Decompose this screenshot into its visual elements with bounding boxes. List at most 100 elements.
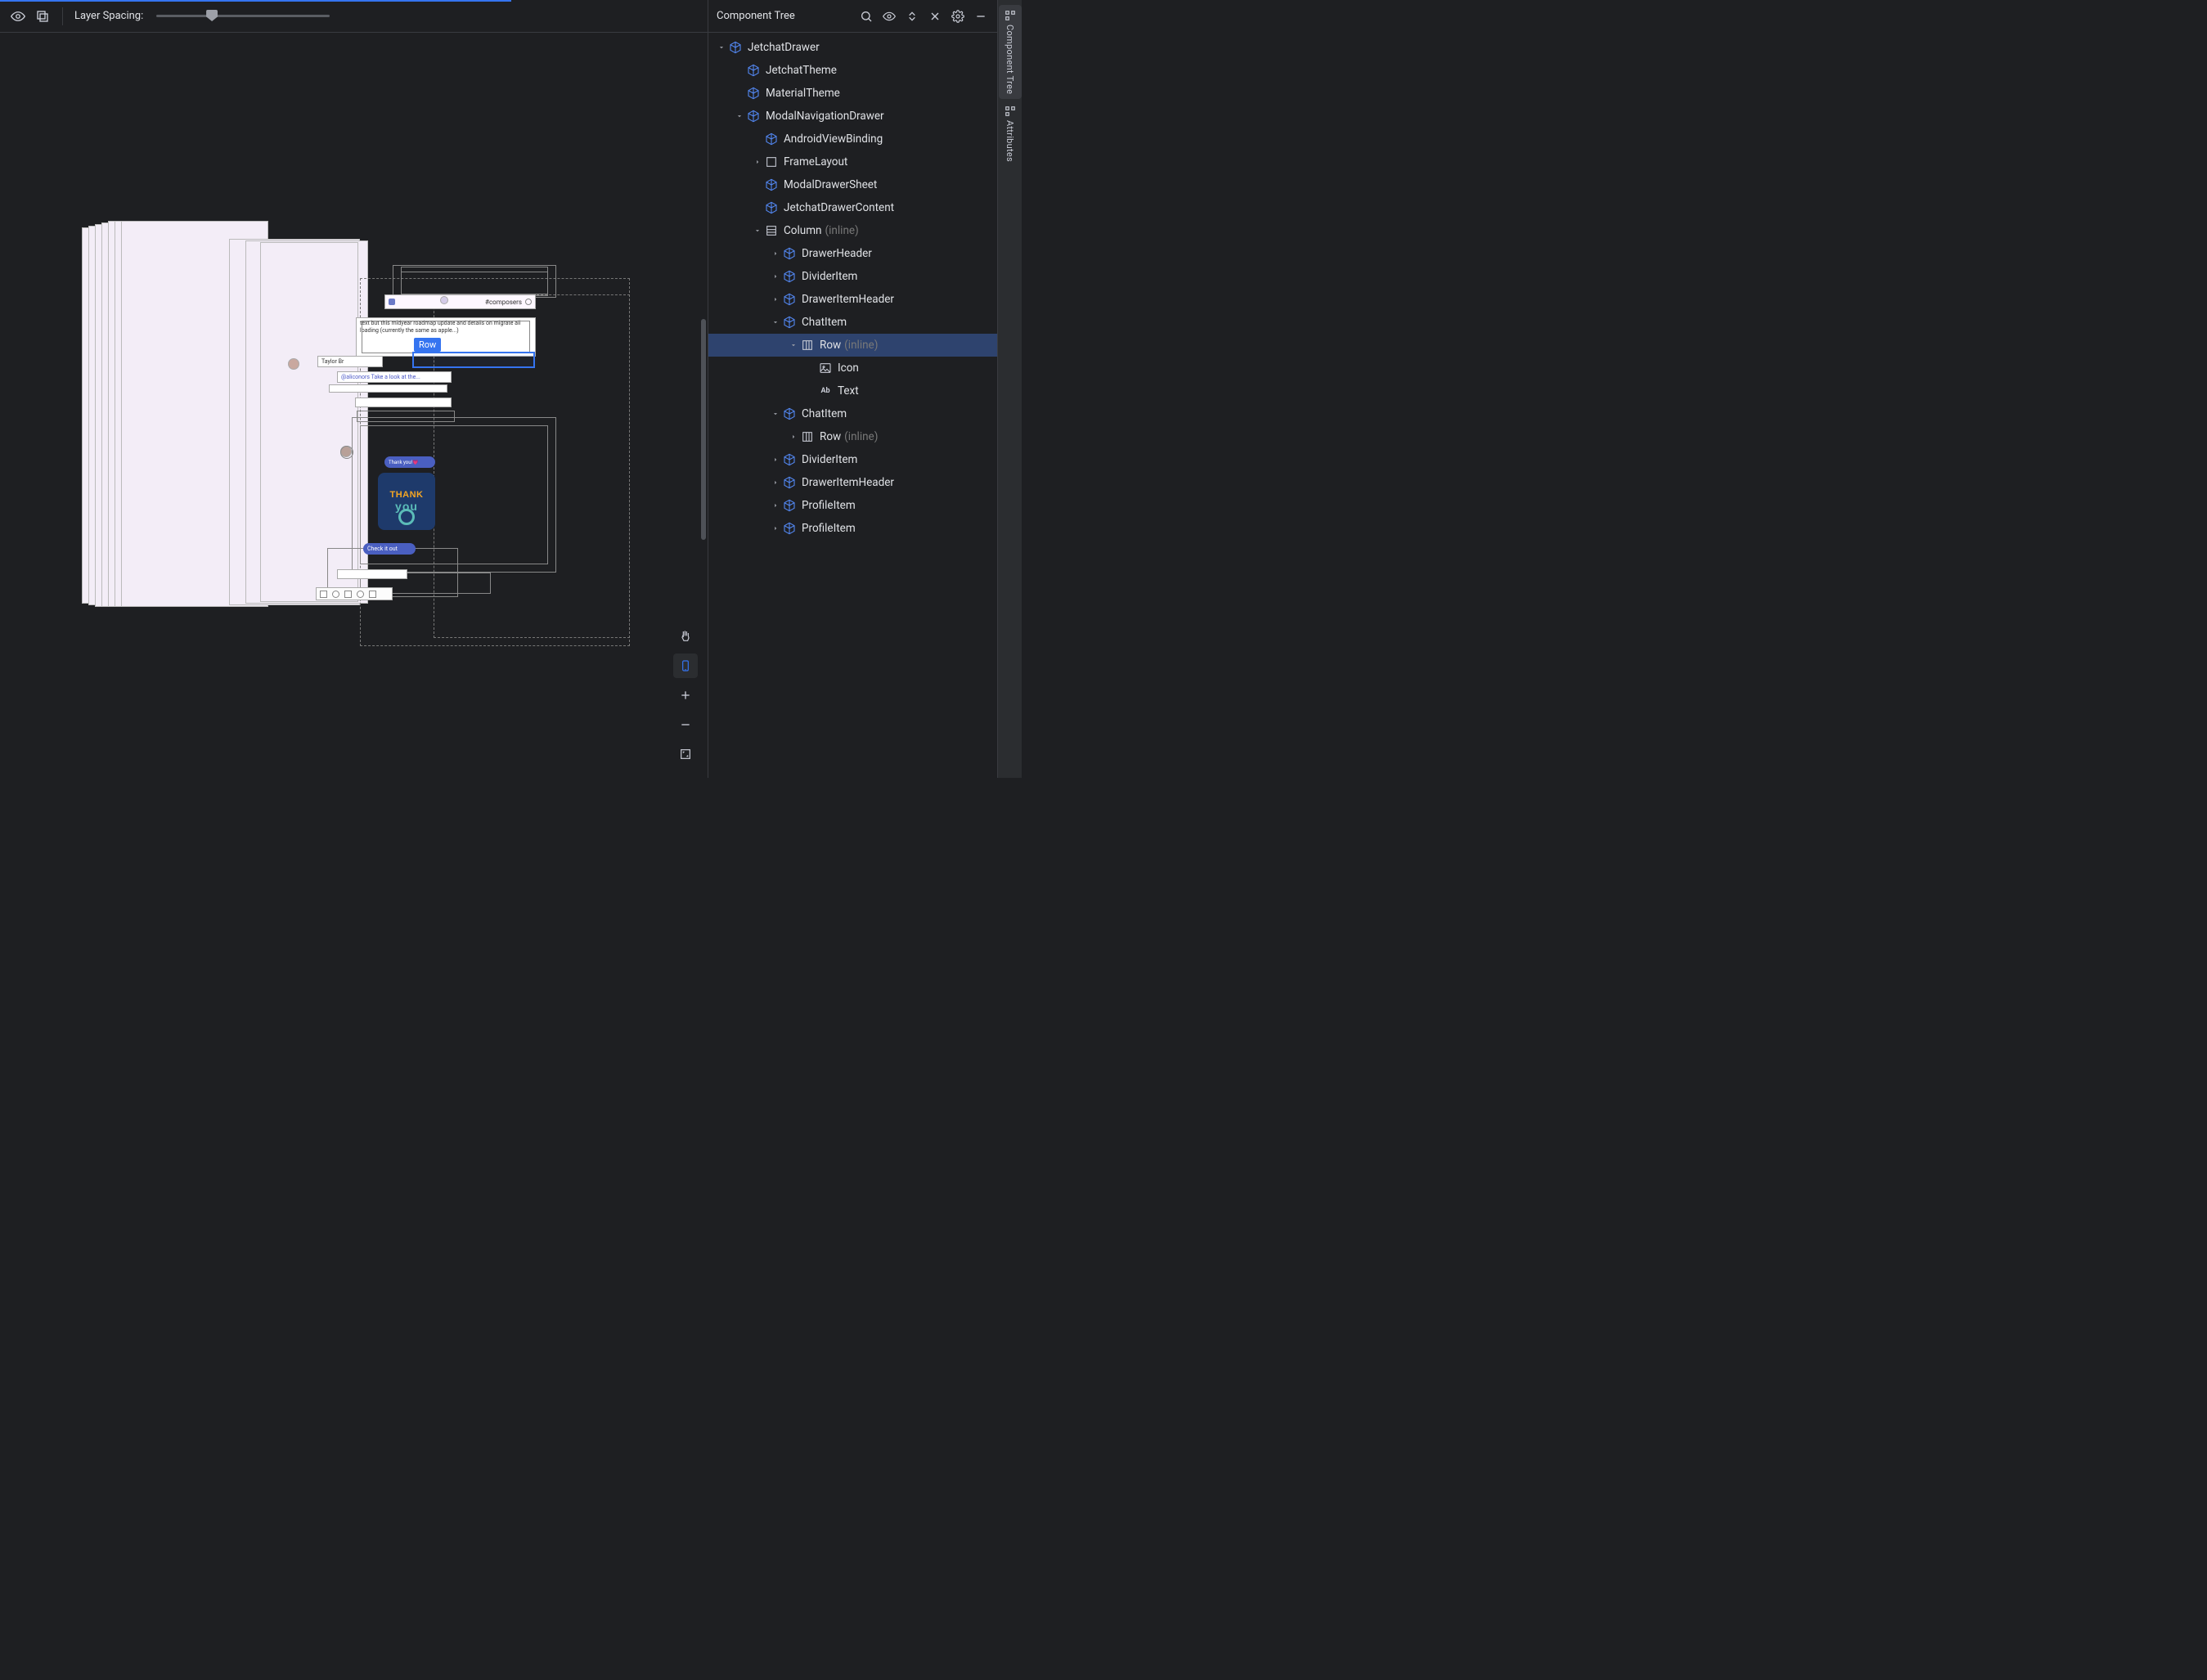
author-name-card: Taylor Br xyxy=(317,356,383,367)
txt-icon: Ab xyxy=(818,384,833,398)
node-label: ProfileItem xyxy=(802,522,856,535)
cube-icon xyxy=(782,315,797,330)
tree-node-jetchatdrawercontent[interactable]: JetchatDrawerContent xyxy=(708,196,997,219)
tab-component-tree[interactable]: Component Tree xyxy=(999,5,1022,99)
tree-node-materialtheme[interactable]: MaterialTheme xyxy=(708,82,997,105)
chevron-right-icon[interactable] xyxy=(751,155,764,168)
tree-node-icon[interactable]: Icon xyxy=(708,357,997,380)
wire xyxy=(362,321,530,353)
search-icon[interactable] xyxy=(858,8,874,25)
col-icon xyxy=(764,223,779,238)
chevron-right-icon[interactable] xyxy=(769,247,782,260)
tree-node-profileitem[interactable]: ProfileItem xyxy=(708,494,997,517)
node-label: ModalNavigationDrawer xyxy=(766,110,884,123)
vertical-scrollbar[interactable] xyxy=(701,319,706,540)
tree-node-androidviewbinding[interactable]: AndroidViewBinding xyxy=(708,128,997,150)
tree-node-chatitem[interactable]: ChatItem xyxy=(708,402,997,425)
expand-collapse-icon[interactable] xyxy=(904,8,920,25)
component-tree[interactable]: JetchatDrawerJetchatThemeMaterialTheme Mo… xyxy=(708,33,997,778)
overlay-icon[interactable] xyxy=(34,8,51,25)
tab-attributes[interactable]: Attributes xyxy=(999,101,1022,167)
chevron-down-icon[interactable] xyxy=(769,407,782,420)
chevron-none-icon xyxy=(805,384,818,398)
tree-node-jetchatdrawer[interactable]: JetchatDrawer xyxy=(708,36,997,59)
input-icon xyxy=(332,591,339,598)
wire xyxy=(401,272,548,294)
tree-node-framelayout[interactable]: FrameLayout xyxy=(708,150,997,173)
close-icon[interactable] xyxy=(927,8,943,25)
chevron-none-icon xyxy=(733,64,746,77)
canvas-3d-view[interactable]: #composers text but this midyear roadmap… xyxy=(0,33,708,778)
chevron-down-icon[interactable] xyxy=(715,41,728,54)
node-label: Row xyxy=(820,430,841,443)
panel-header: Component Tree xyxy=(708,0,997,33)
wire xyxy=(340,446,353,459)
chevron-right-icon[interactable] xyxy=(769,453,782,466)
tree-node-draweritemheader[interactable]: DrawerItemHeader xyxy=(708,471,997,494)
tree-node-modaldrawersheet[interactable]: ModalDrawerSheet xyxy=(708,173,997,196)
gear-icon[interactable] xyxy=(950,8,966,25)
chevron-right-icon[interactable] xyxy=(769,499,782,512)
chevron-right-icon[interactable] xyxy=(769,522,782,535)
chevron-down-icon[interactable] xyxy=(733,110,746,123)
node-label: AndroidViewBinding xyxy=(784,133,883,146)
img-icon xyxy=(818,361,833,375)
cube-icon xyxy=(746,86,761,101)
message-card xyxy=(355,398,452,407)
chevron-right-icon[interactable] xyxy=(769,476,782,489)
sticker-image: THANK you xyxy=(378,473,435,530)
cube-icon xyxy=(764,132,779,146)
input-icon xyxy=(357,591,364,598)
tree-node-modalnavigationdrawer[interactable]: ModalNavigationDrawer xyxy=(708,105,997,128)
canvas-float-toolbar xyxy=(673,624,698,766)
device-mode-button[interactable] xyxy=(673,654,698,678)
slider-thumb[interactable] xyxy=(206,10,218,21)
right-rail: Component Tree Attributes xyxy=(997,0,1022,778)
sticker-shape xyxy=(398,509,415,525)
panel-title: Component Tree xyxy=(717,10,858,22)
minimize-icon[interactable] xyxy=(973,8,989,25)
chevron-right-icon[interactable] xyxy=(769,270,782,283)
chevron-right-icon[interactable] xyxy=(769,293,782,306)
layout-3d-visualization: #composers text but this midyear roadmap… xyxy=(82,221,638,654)
node-label: DrawerItemHeader xyxy=(802,293,894,306)
tree-node-divideritem[interactable]: DividerItem xyxy=(708,448,997,471)
bubble-text: Thank you! xyxy=(389,460,412,465)
search-icon xyxy=(525,299,532,305)
eye-icon[interactable] xyxy=(10,8,26,25)
chevron-down-icon[interactable] xyxy=(751,224,764,237)
node-suffix: (inline) xyxy=(844,430,878,443)
tree-node-divideritem[interactable]: DividerItem xyxy=(708,265,997,288)
tree-node-profileitem[interactable]: ProfileItem xyxy=(708,517,997,540)
layer-spacing-slider[interactable] xyxy=(156,15,330,17)
tree-node-jetchattheme[interactable]: JetchatTheme xyxy=(708,59,997,82)
header-avatar xyxy=(440,296,448,304)
chevron-down-icon[interactable] xyxy=(769,316,782,329)
chevron-right-icon[interactable] xyxy=(787,430,800,443)
tree-node-column[interactable]: Column(inline) xyxy=(708,219,997,242)
filter-eye-icon[interactable] xyxy=(881,8,897,25)
pan-button[interactable] xyxy=(673,624,698,649)
chevron-down-icon[interactable] xyxy=(787,339,800,352)
tree-node-text[interactable]: AbText xyxy=(708,380,997,402)
tree-node-draweritemheader[interactable]: DrawerItemHeader xyxy=(708,288,997,311)
tree-node-row[interactable]: Row(inline) xyxy=(708,425,997,448)
menu-icon xyxy=(389,299,395,305)
progress-bar xyxy=(0,0,511,2)
zoom-in-button[interactable] xyxy=(673,683,698,707)
node-label: JetchatDrawerContent xyxy=(784,201,894,214)
node-label: ModalDrawerSheet xyxy=(784,178,877,191)
node-label: DividerItem xyxy=(802,453,857,466)
cube-icon xyxy=(764,200,779,215)
fit-screen-button[interactable] xyxy=(673,742,698,766)
cube-icon xyxy=(782,498,797,513)
cube-icon xyxy=(782,407,797,421)
component-tree-panel: Component Tree xyxy=(708,0,997,778)
tree-node-chatitem[interactable]: ChatItem xyxy=(708,311,997,334)
sticker-text-1: THANK xyxy=(390,490,424,500)
tree-node-row[interactable]: Row(inline) xyxy=(708,334,997,357)
zoom-out-button[interactable] xyxy=(673,712,698,737)
chat-input-bar xyxy=(316,587,393,600)
node-label: Icon xyxy=(838,362,859,375)
tree-node-drawerheader[interactable]: DrawerHeader xyxy=(708,242,997,265)
